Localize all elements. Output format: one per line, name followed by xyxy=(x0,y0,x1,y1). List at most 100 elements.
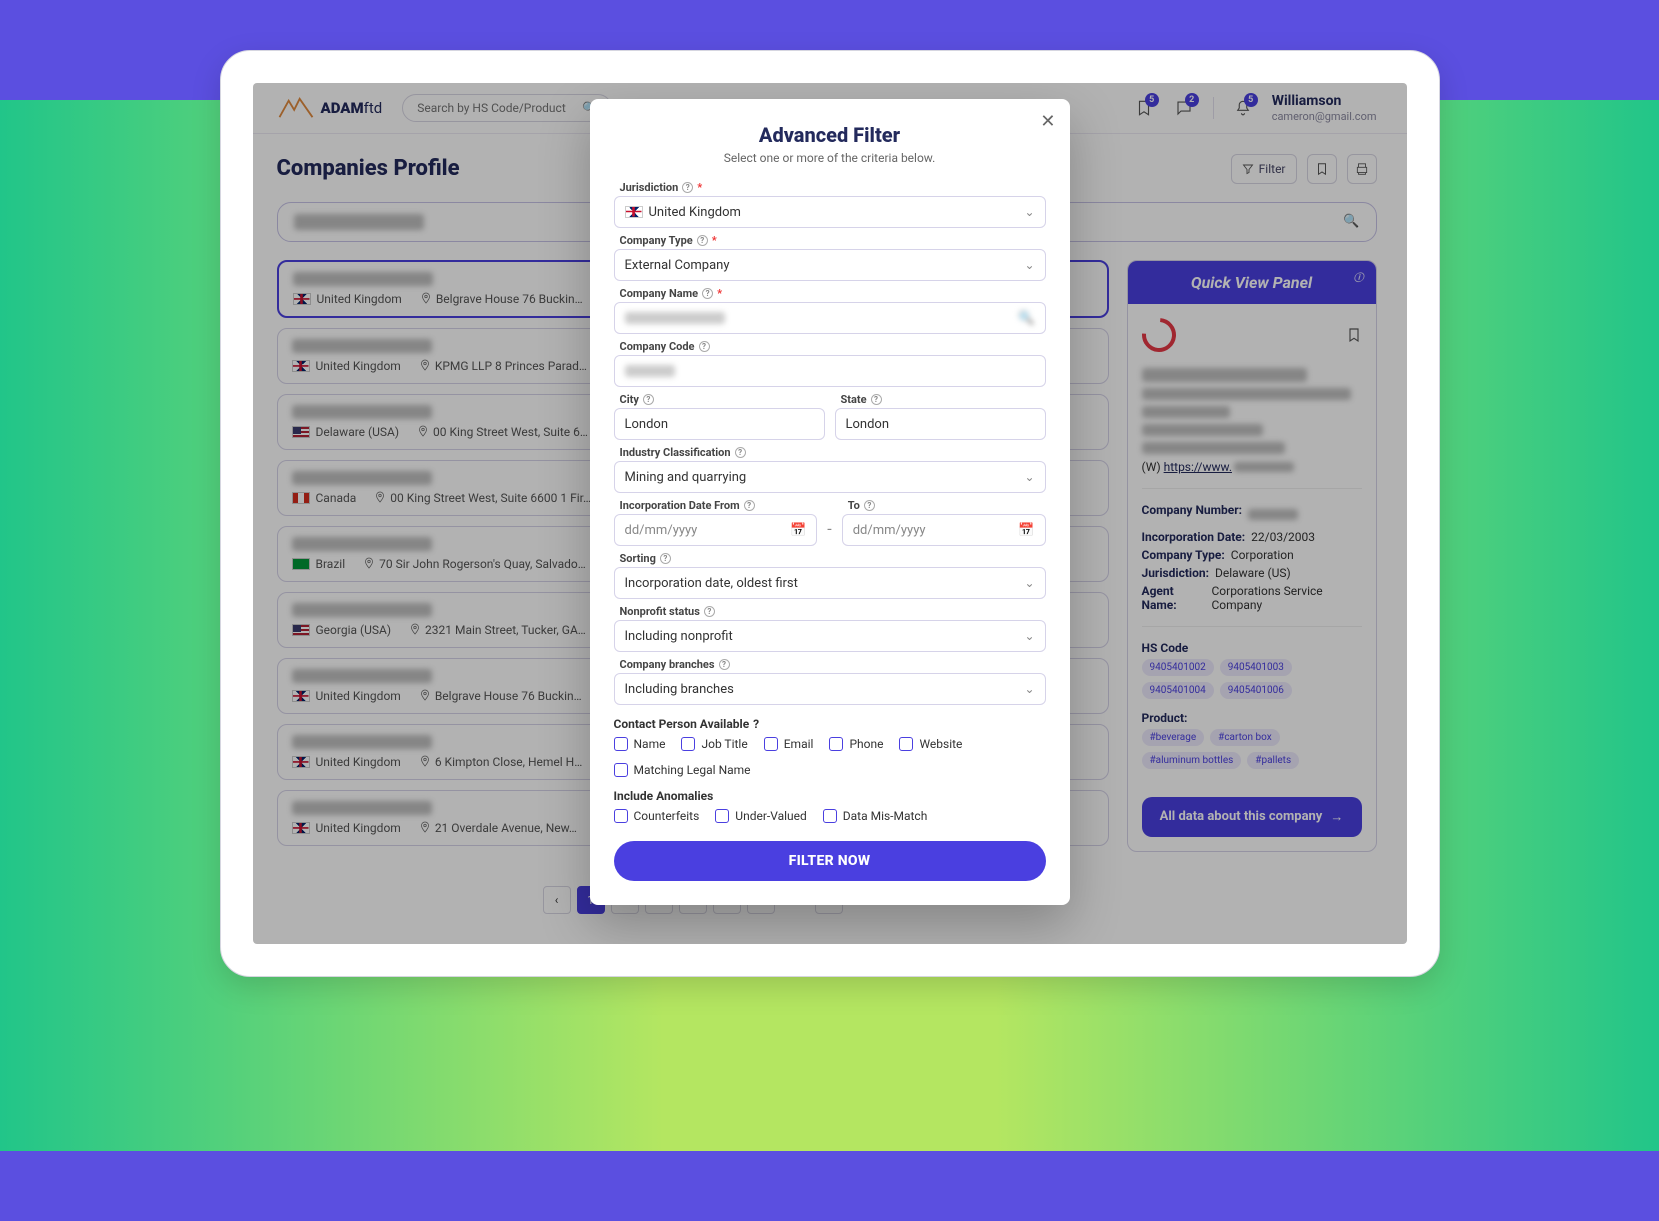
help-icon[interactable]: ? xyxy=(697,235,708,246)
sorting-select[interactable]: Incorporation date, oldest first ⌄ xyxy=(614,567,1046,599)
contact-checks: Name Job Title Email Phone Website Matching L… xyxy=(614,737,1046,777)
checkbox-matching-legal-name[interactable]: Matching Legal Name xyxy=(614,763,751,777)
company-logo xyxy=(1135,311,1183,359)
checkbox-label: Name xyxy=(634,737,666,751)
bookmark-icon[interactable] xyxy=(1346,327,1362,343)
bookmark-icon xyxy=(1315,162,1329,176)
result-title xyxy=(292,669,432,683)
page-‹[interactable]: ‹ xyxy=(543,886,571,914)
logo-mark-icon xyxy=(277,97,315,119)
checkbox-label: Matching Legal Name xyxy=(634,763,751,777)
checkbox-data-mis-match[interactable]: Data Mis-Match xyxy=(823,809,928,823)
print-button[interactable] xyxy=(1347,154,1377,184)
product-chip[interactable]: #pallets xyxy=(1247,752,1299,769)
inc-from-input[interactable]: dd/mm/yyyy 📅 xyxy=(614,514,818,546)
help-icon[interactable]: ? xyxy=(682,182,693,193)
product-chip[interactable]: #carton box xyxy=(1210,729,1280,746)
checkbox-label: Email xyxy=(784,737,814,751)
product-chip[interactable]: #beverage xyxy=(1142,729,1205,746)
hscode-chip[interactable]: 9405401003 xyxy=(1220,659,1292,676)
help-icon[interactable]: ? xyxy=(699,341,710,352)
result-country: United Kingdom xyxy=(293,292,402,306)
lbl-city: City xyxy=(620,393,639,406)
user-menu[interactable]: Williamson cameron@gmail.com xyxy=(1272,93,1377,123)
filter-button[interactable]: Filter xyxy=(1231,154,1297,184)
state-value: London xyxy=(846,417,890,432)
app-root: ADAMftd 🔍 ⚙ Advanced Home Trade Data Com… xyxy=(253,83,1407,944)
help-icon[interactable]: ? xyxy=(719,659,730,670)
help-icon[interactable]: ? xyxy=(704,606,715,617)
checkbox-job-title[interactable]: Job Title xyxy=(681,737,747,751)
checkbox-phone[interactable]: Phone xyxy=(829,737,883,751)
divider xyxy=(1213,97,1214,119)
state-input[interactable]: London xyxy=(835,408,1046,440)
email-line xyxy=(1142,442,1285,454)
modal-title: Advanced Filter xyxy=(614,123,1046,147)
chevron-down-icon: ⌄ xyxy=(1024,470,1034,484)
lbl-jurisdiction: Jurisdiction: xyxy=(1142,566,1209,580)
branches-select[interactable]: Including branches ⌄ xyxy=(614,673,1046,705)
city-input[interactable]: London xyxy=(614,408,825,440)
hscode-chip[interactable]: 9405401006 xyxy=(1220,682,1292,699)
result-title xyxy=(292,603,432,617)
help-icon[interactable]: ? xyxy=(735,447,746,458)
checkbox-icon xyxy=(614,809,628,823)
help-icon[interactable]: ? xyxy=(643,394,654,405)
help-icon[interactable]: ? xyxy=(702,288,713,299)
lbl-product: Product: xyxy=(1142,711,1188,725)
browser-frame: ADAMftd 🔍 ⚙ Advanced Home Trade Data Com… xyxy=(220,50,1440,977)
header-search[interactable]: 🔍 xyxy=(402,94,612,122)
lbl-agent-name: Agent Name: xyxy=(1142,584,1206,612)
inc-from-placeholder: dd/mm/yyyy xyxy=(625,523,698,538)
checkbox-icon xyxy=(715,809,729,823)
help-icon[interactable]: ? xyxy=(864,500,875,511)
save-bookmark-button[interactable] xyxy=(1307,154,1337,184)
quick-view-cta[interactable]: All data about this company → xyxy=(1142,797,1362,837)
result-country: Georgia (USA) xyxy=(292,623,392,637)
notifications-bell[interactable]: 5 xyxy=(1232,97,1254,119)
checkbox-under-valued[interactable]: Under-Valued xyxy=(715,809,806,823)
company-code-input[interactable] xyxy=(614,355,1046,387)
val-jurisdiction: Delaware (US) xyxy=(1215,566,1291,580)
company-name xyxy=(1142,368,1307,382)
lbl-company-number: Company Number: xyxy=(1142,503,1243,526)
address-line-2 xyxy=(1142,406,1230,418)
checkbox-name[interactable]: Name xyxy=(614,737,666,751)
industry-select[interactable]: Mining and quarrying ⌄ xyxy=(614,461,1046,493)
lbl-hscode: HS Code xyxy=(1142,641,1189,655)
inc-to-input[interactable]: dd/mm/yyyy 📅 xyxy=(842,514,1046,546)
hscode-chip[interactable]: 9405401002 xyxy=(1142,659,1214,676)
user-name: Williamson xyxy=(1272,93,1377,110)
chevron-down-icon: ⌄ xyxy=(1024,629,1034,643)
website-link[interactable]: https://www. xyxy=(1164,460,1296,474)
checkbox-counterfeits[interactable]: Counterfeits xyxy=(614,809,700,823)
user-email: cameron@gmail.com xyxy=(1272,110,1377,123)
hscode-chip[interactable]: 9405401004 xyxy=(1142,682,1214,699)
company-type-select[interactable]: External Company ⌄ xyxy=(614,249,1046,281)
messages-icon[interactable]: 2 xyxy=(1173,97,1195,119)
inc-to-placeholder: dd/mm/yyyy xyxy=(853,523,926,538)
product-chip[interactable]: #aluminum bottles xyxy=(1142,752,1242,769)
filter-now-button[interactable]: FILTER NOW xyxy=(614,841,1046,881)
checkbox-email[interactable]: Email xyxy=(764,737,814,751)
checkbox-website[interactable]: Website xyxy=(899,737,962,751)
company-name-input[interactable]: 🔍 xyxy=(614,302,1046,334)
close-icon[interactable]: ✕ xyxy=(1040,111,1055,132)
help-icon[interactable]: ? xyxy=(660,553,671,564)
help-icon[interactable]: ? xyxy=(871,394,882,405)
nonprofit-select[interactable]: Including nonprofit ⌄ xyxy=(614,620,1046,652)
jurisdiction-value: United Kingdom xyxy=(649,205,741,220)
info-icon[interactable]: ⓘ xyxy=(1354,269,1364,284)
jurisdiction-select[interactable]: United Kingdom ⌄ xyxy=(614,196,1046,228)
help-icon[interactable]: ? xyxy=(744,500,755,511)
lbl-inc-to: To xyxy=(848,499,860,512)
chevron-down-icon: ⌄ xyxy=(1024,205,1034,219)
header-search-input[interactable] xyxy=(417,101,574,115)
bookmarks-icon[interactable]: 5 xyxy=(1133,97,1155,119)
brand-logo[interactable]: ADAMftd xyxy=(277,97,383,119)
result-title xyxy=(292,537,432,551)
lbl-company-type: Company Type xyxy=(620,234,693,247)
checkbox-icon xyxy=(764,737,778,751)
result-title xyxy=(292,339,432,353)
help-icon[interactable]: ? xyxy=(753,717,759,731)
